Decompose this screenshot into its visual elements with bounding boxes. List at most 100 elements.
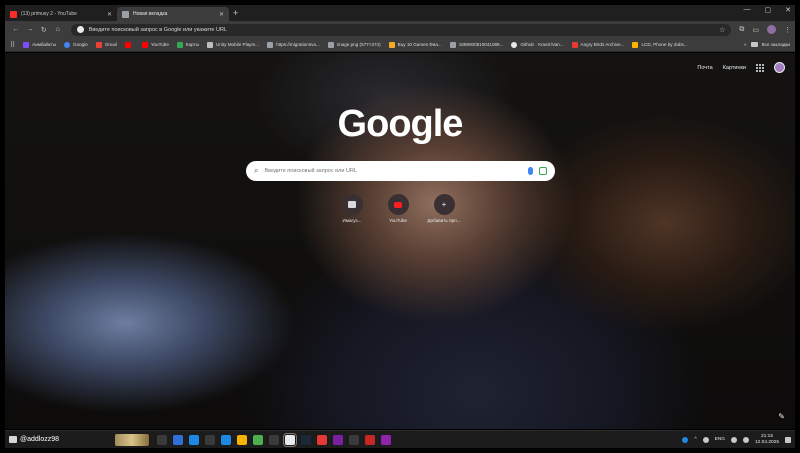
address-text: Введите поисковый запрос в Google или ук… bbox=[88, 26, 228, 33]
minimize-icon[interactable]: — bbox=[744, 6, 751, 14]
shortcut-item[interactable]: Имагуз... bbox=[335, 194, 369, 223]
taskbar-app-icon[interactable] bbox=[157, 434, 167, 445]
youtube-icon bbox=[124, 41, 131, 48]
close-tab-icon[interactable]: ✕ bbox=[219, 11, 224, 18]
globe-icon bbox=[327, 41, 334, 48]
shortcut-circle bbox=[387, 194, 409, 215]
volume-icon[interactable] bbox=[742, 436, 749, 443]
bookmark-item[interactable]: Аимбайкты bbox=[23, 41, 56, 48]
bookmark-item[interactable]: Angry Birds Archive... bbox=[571, 41, 624, 48]
new-tab-button[interactable]: + bbox=[233, 7, 238, 21]
chevron-right-icon: » bbox=[744, 42, 747, 47]
bookmark-item[interactable]: image.png (577×374) bbox=[327, 41, 381, 48]
taskbar-app-icon[interactable] bbox=[205, 434, 215, 445]
bookmark-item[interactable]: Buy 10 Games Фиа... bbox=[388, 41, 442, 48]
google-icon bbox=[64, 41, 70, 48]
network-icon[interactable] bbox=[702, 436, 709, 443]
forward-icon[interactable]: → bbox=[23, 26, 37, 33]
mail-link[interactable]: Почта bbox=[697, 65, 712, 71]
user-badge: @addlozz98 bbox=[9, 436, 109, 443]
profile-avatar[interactable] bbox=[766, 25, 776, 34]
google-apps-icon[interactable] bbox=[756, 63, 764, 72]
bookmark-item[interactable]: Google bbox=[64, 41, 88, 48]
back-icon[interactable]: ← bbox=[9, 26, 23, 33]
all-bookmarks-label: Все закладки bbox=[761, 42, 790, 47]
bookmark-item[interactable]: 1889000810041089... bbox=[449, 41, 503, 48]
close-tab-icon[interactable]: ✕ bbox=[107, 11, 112, 18]
menu-icon[interactable]: ⋮ bbox=[784, 26, 791, 34]
shortcut-circle: + bbox=[433, 194, 455, 215]
taskbar-app-icon[interactable] bbox=[283, 432, 297, 447]
bookmark-item[interactable]: Карты bbox=[176, 41, 199, 48]
google-lens-icon[interactable] bbox=[539, 167, 547, 175]
reload-icon[interactable]: ↻ bbox=[37, 26, 51, 34]
taskbar-app-icon[interactable] bbox=[173, 434, 183, 445]
taskbar-app-icon[interactable] bbox=[365, 434, 375, 445]
language-indicator[interactable]: ENG bbox=[715, 437, 725, 442]
github-icon bbox=[511, 41, 518, 48]
tab-title: Новая вкладка bbox=[133, 11, 168, 17]
wifi-icon[interactable] bbox=[730, 436, 737, 443]
bookmark-item[interactable]: Github · KrasX/Van... bbox=[511, 41, 564, 48]
tab-new-tab[interactable]: Новая вкладка ✕ bbox=[117, 7, 229, 21]
clock-date: 12.04.2025 bbox=[754, 439, 779, 445]
taskbar-app-icon[interactable] bbox=[301, 434, 311, 445]
taskbar: @addlozz98 ^ ENG 21:15 12.04.2025 bbox=[5, 430, 795, 448]
address-bar[interactable]: Введите поисковый запрос в Google или ук… bbox=[70, 23, 732, 36]
customize-pencil-icon[interactable]: ✎ bbox=[778, 412, 785, 421]
notifications-icon[interactable] bbox=[785, 436, 791, 443]
taskbar-app-icon[interactable] bbox=[381, 434, 391, 445]
maps-icon bbox=[176, 41, 183, 48]
bookmark-item[interactable]: YouTube bbox=[141, 41, 169, 48]
bookmark-star-icon[interactable]: ☆ bbox=[719, 26, 725, 34]
images-link[interactable]: Картинки bbox=[723, 65, 746, 71]
extensions-icon[interactable]: ⧉ bbox=[739, 26, 744, 34]
taskbar-app-icon[interactable] bbox=[189, 434, 199, 445]
shortcut-label: Добавить ярл... bbox=[427, 218, 461, 223]
close-window-icon[interactable]: ✕ bbox=[785, 6, 791, 14]
youtube-icon bbox=[141, 41, 148, 48]
apps-grid-icon[interactable]: ⠿ bbox=[10, 41, 15, 49]
taskbar-apps bbox=[157, 432, 391, 447]
add-shortcut[interactable]: + Добавить ярл... bbox=[427, 194, 461, 223]
taskbar-app-icon[interactable] bbox=[317, 434, 327, 445]
search-icon: ⌕ bbox=[254, 166, 259, 175]
help-icon[interactable] bbox=[682, 436, 689, 443]
plus-icon: + bbox=[441, 200, 447, 209]
home-icon[interactable]: ⌂ bbox=[51, 26, 65, 33]
bookmark-item[interactable]: Gmail bbox=[95, 41, 117, 48]
youtube-icon bbox=[394, 201, 402, 208]
search-box[interactable]: ⌕ bbox=[246, 161, 555, 181]
toolbar: ← → ↻ ⌂ Введите поисковый запрос в Googl… bbox=[5, 21, 795, 38]
clock[interactable]: 21:15 12.04.2025 bbox=[755, 434, 779, 446]
bookmark-item[interactable]: Unity Mobile Playm... bbox=[206, 41, 259, 48]
header-links: Почта Картинки bbox=[697, 62, 785, 73]
sidepanel-icon[interactable]: ▭ bbox=[752, 26, 759, 34]
search-input[interactable] bbox=[264, 168, 522, 174]
bookmark-item[interactable] bbox=[124, 41, 134, 48]
maximize-icon[interactable]: ▢ bbox=[765, 6, 772, 14]
all-bookmarks[interactable]: » Все закладки bbox=[744, 42, 790, 47]
chevron-up-icon[interactable]: ^ bbox=[694, 437, 696, 442]
taskbar-app-icon[interactable] bbox=[253, 434, 263, 445]
taskbar-app-icon[interactable] bbox=[349, 434, 359, 445]
shortcut-item[interactable]: YouTube bbox=[381, 194, 415, 223]
taskbar-app-icon[interactable] bbox=[237, 434, 247, 445]
taskbar-app-icon[interactable] bbox=[221, 434, 231, 445]
username: @addlozz98 bbox=[20, 436, 60, 443]
taskbar-app-icon[interactable] bbox=[333, 434, 343, 445]
account-avatar[interactable] bbox=[774, 62, 785, 73]
gmail-icon bbox=[95, 41, 102, 48]
shortcut-circle bbox=[341, 194, 363, 215]
tab-strip: (13) primusy 2 - YouTube ✕ Новая вкладка… bbox=[5, 5, 795, 21]
taskbar-app-icon[interactable] bbox=[269, 434, 279, 445]
bookmark-item[interactable]: https://migrationsva... bbox=[267, 41, 320, 48]
widgets-icon[interactable] bbox=[115, 433, 149, 446]
tab-youtube[interactable]: (13) primusy 2 - YouTube ✕ bbox=[5, 7, 117, 21]
globe-icon bbox=[267, 41, 274, 48]
bookmark-item[interactable]: LCD, Phone by dubs... bbox=[632, 41, 688, 48]
shortcut-label: YouTube bbox=[388, 218, 408, 223]
tab-title: (13) primusy 2 - YouTube bbox=[21, 11, 77, 17]
microphone-icon[interactable] bbox=[528, 167, 533, 175]
shortcut-label: Имагуз... bbox=[342, 218, 362, 223]
